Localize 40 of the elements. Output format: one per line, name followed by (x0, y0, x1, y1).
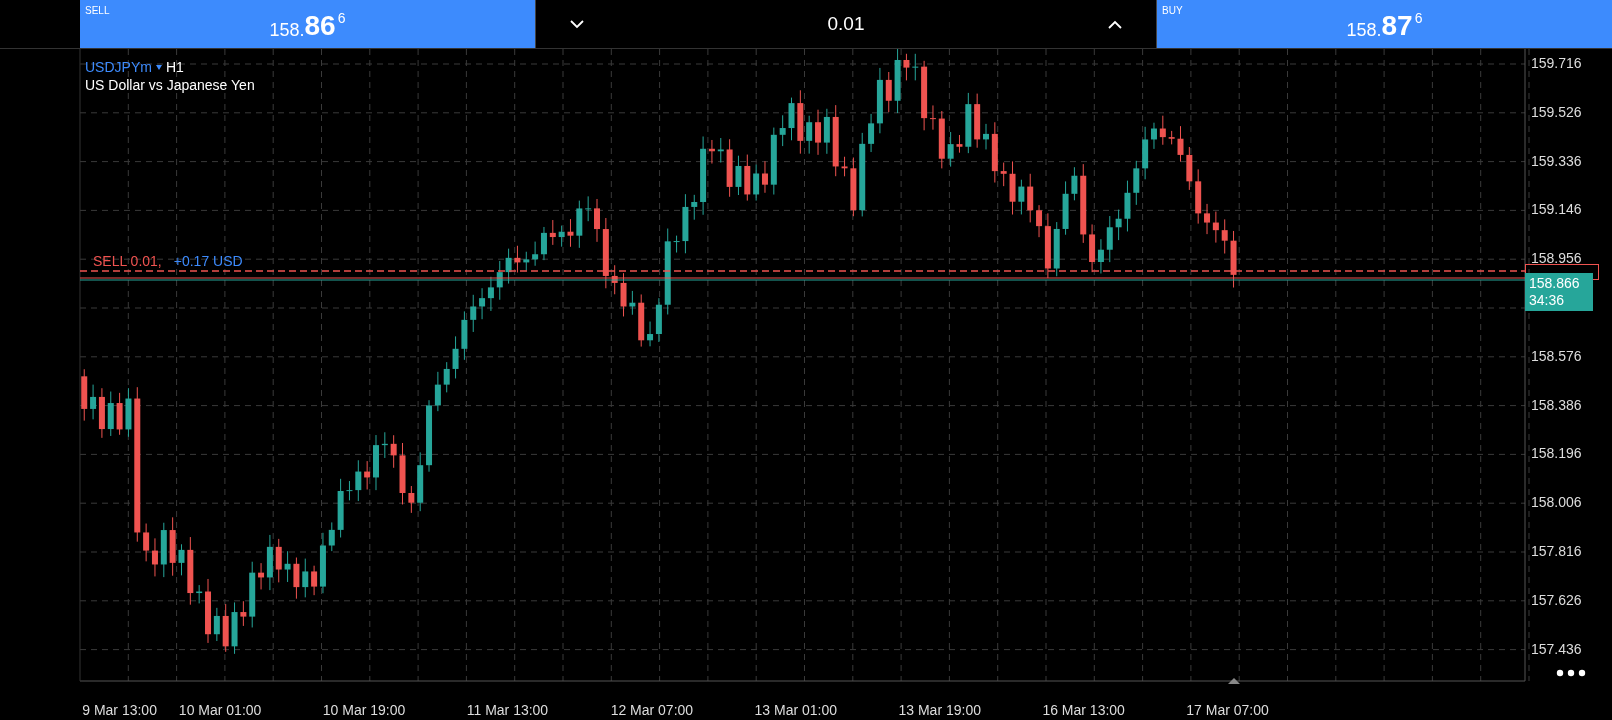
price-label: 158.956 (1531, 250, 1582, 267)
price-label: 157.816 (1531, 543, 1582, 559)
price-label: 158.196 (1531, 445, 1582, 462)
price-label: 157.436 (1531, 640, 1582, 657)
price-label: 159.146 (1531, 201, 1582, 218)
buy-label: BUY (1162, 5, 1183, 16)
time-label: 17 Mar 07:00 (1186, 702, 1269, 718)
time-label: 10 Mar 01:00 (178, 702, 262, 718)
buy-button[interactable]: BUY 158.87$^{6}$ (1157, 0, 1612, 48)
price-label: 157.626 (1531, 591, 1582, 608)
time-label: 12 Mar 07:00 (610, 702, 694, 718)
time-label: 13 Mar 01:00 (754, 702, 838, 718)
position-profit: +0.17 USD (173, 253, 243, 269)
buy-price: 158.87$^{6}$ (1346, 9, 1423, 42)
timeframe-label[interactable]: H1 (165, 59, 184, 75)
price-label: 159.526 (1531, 103, 1582, 120)
current-price: 158.866 (1529, 275, 1581, 292)
price-label: 158.386 (1531, 396, 1582, 413)
sell-label: SELL (85, 5, 110, 16)
symbol-description: US Dollar vs Japanese Yen (85, 77, 255, 93)
price-label: 158.576 (1531, 347, 1582, 364)
chevron-down-icon[interactable] (570, 19, 584, 29)
price-label: 159.716 (1531, 55, 1582, 71)
time-label: 13 Mar 19:00 (898, 702, 981, 718)
more-icon[interactable] (1556, 669, 1586, 677)
chevron-up-icon[interactable] (1108, 19, 1122, 29)
sell-button[interactable]: SELL 158.86$^{6}$ (80, 0, 535, 48)
time-label: 16 Mar 13:00 (1042, 702, 1125, 718)
price-label: 159.336 (1531, 152, 1582, 169)
position-label: SELL 0.01, (93, 253, 162, 269)
volume-value[interactable]: 0.01 (827, 13, 865, 35)
sell-price: 158.86$^{6}$ (269, 9, 346, 42)
time-label: 11 Mar 13:00 (466, 702, 549, 718)
caret-icon[interactable] (155, 64, 162, 70)
marker-icon (1228, 678, 1240, 684)
candle-countdown: 34:36 (1529, 292, 1566, 309)
time-label: 9 Mar 13:00 (82, 702, 157, 718)
time-label: 10 Mar 19:00 (322, 702, 406, 718)
price-label: 158.006 (1531, 494, 1582, 511)
symbol-ticker[interactable]: USDJPYm (85, 59, 152, 75)
